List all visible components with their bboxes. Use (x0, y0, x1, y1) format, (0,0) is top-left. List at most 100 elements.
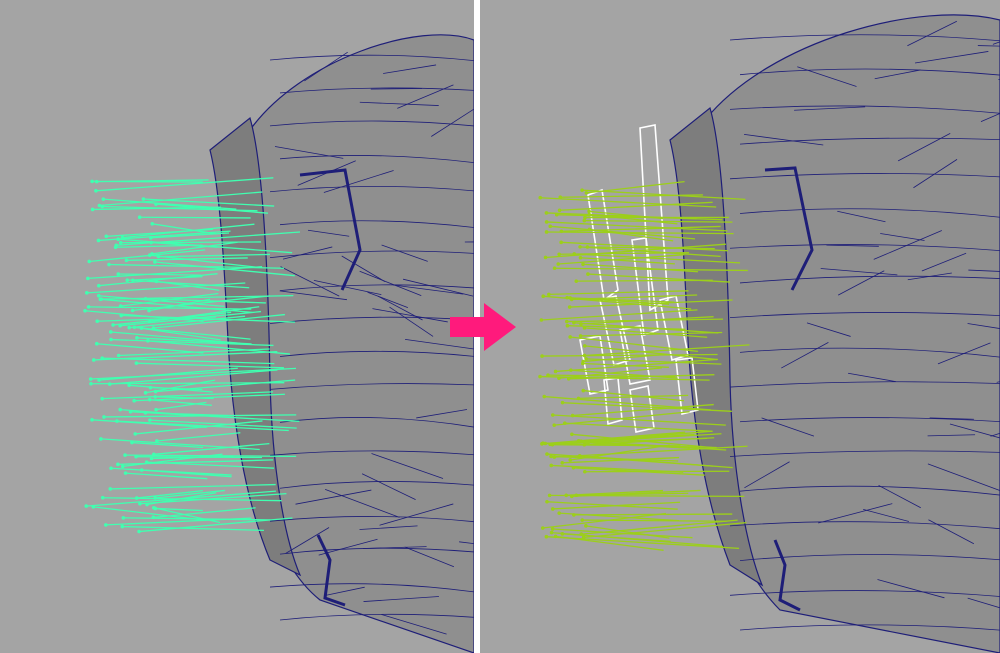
vector-origin (100, 495, 105, 500)
vector-origin (548, 224, 553, 229)
vector-origin (550, 413, 555, 417)
vector-origin (135, 336, 139, 340)
vector-line (99, 367, 238, 381)
vector-origin (151, 505, 156, 510)
vector-origin (570, 413, 575, 418)
vector-origin (545, 499, 549, 504)
vector-origin (116, 353, 121, 358)
vector-origin (132, 398, 136, 403)
vector-origin (100, 396, 104, 401)
vector-origin (96, 293, 101, 298)
vector-origin (568, 458, 573, 462)
vector-origin (146, 339, 150, 343)
vector-origin (556, 262, 561, 266)
vector-origin (150, 222, 155, 226)
vector-origin (568, 335, 572, 339)
vector-origin (94, 188, 98, 193)
vector-origin (576, 396, 581, 401)
vector-origin (550, 442, 555, 447)
vector-line (581, 519, 738, 535)
vector-origin (94, 179, 99, 184)
vector-origin (540, 354, 544, 358)
vector-origin (104, 523, 108, 527)
vector-origin (120, 524, 125, 529)
vector-origin (107, 262, 111, 267)
vector-origin (154, 279, 159, 284)
vector-origin (102, 415, 106, 419)
vector-origin (120, 464, 125, 469)
vector-origin (124, 258, 129, 263)
vector-origin (569, 368, 573, 372)
vector-origin (149, 456, 154, 461)
vector-origin (123, 471, 128, 475)
vector-origin (143, 296, 148, 301)
vector-origin (115, 419, 119, 423)
vector-line (589, 228, 674, 242)
vector-origin (578, 245, 582, 249)
vector-line (100, 438, 260, 451)
vector-origin (538, 374, 542, 379)
vector-origin (111, 323, 115, 327)
vector-origin (543, 255, 548, 260)
vector-origin (549, 454, 553, 459)
vector-origin (544, 230, 549, 234)
vector-origin (127, 383, 131, 388)
vector-origin (570, 432, 574, 437)
vector-origin (582, 344, 587, 348)
vector-origin (547, 292, 551, 297)
viewport-before-scene (83, 34, 474, 653)
vector-origin (538, 195, 543, 200)
vector-line (156, 432, 241, 442)
vector-origin (579, 322, 583, 326)
vector-origin (554, 212, 559, 217)
vector-origin (144, 460, 149, 464)
vector-line (120, 241, 261, 244)
vector-origin (90, 179, 94, 184)
vector-origin (584, 524, 588, 528)
vector-origin (574, 279, 579, 283)
vector-origin (581, 388, 586, 393)
vector-origin (557, 208, 562, 213)
vector-origin (549, 463, 554, 468)
vector-origin (153, 395, 158, 399)
vector-origin (116, 462, 120, 467)
vector-origin (96, 283, 101, 288)
vector-origin (578, 255, 583, 260)
vector-origin (560, 461, 565, 465)
vector-line (564, 422, 713, 432)
vector-origin (148, 418, 152, 422)
viewport-before[interactable] (0, 0, 474, 653)
vector-origin (584, 357, 589, 361)
vector-origin (130, 308, 135, 313)
vector-origin (147, 308, 151, 313)
vector-origin (87, 259, 92, 264)
vector-origin (99, 437, 103, 441)
vector-origin (90, 207, 95, 212)
vector-origin (108, 487, 113, 491)
vector-origin (544, 534, 549, 539)
vector-origin (578, 334, 583, 338)
vector-origin (148, 385, 153, 390)
vector-origin (544, 220, 549, 224)
vector-origin (143, 390, 148, 395)
vector-origin (156, 254, 161, 259)
vector-origin (581, 262, 585, 267)
vector-origin (137, 215, 142, 220)
viewport-after[interactable] (480, 0, 1000, 653)
viewport-after-scene (538, 14, 1000, 653)
vector-line (156, 401, 207, 411)
vector-origin (91, 505, 96, 509)
vector-origin (549, 530, 554, 535)
vector-origin (552, 266, 557, 271)
vector-origin (125, 278, 130, 283)
vector-origin (585, 245, 590, 249)
vector-origin (539, 318, 544, 322)
vector-origin (114, 243, 119, 248)
vector-origin (557, 252, 561, 257)
vector-origin (90, 418, 94, 422)
vector-origin (567, 305, 572, 309)
vector-origin (580, 518, 585, 522)
vector-origin (552, 423, 557, 427)
vector-origin (88, 377, 93, 381)
vector-origin (139, 326, 144, 330)
